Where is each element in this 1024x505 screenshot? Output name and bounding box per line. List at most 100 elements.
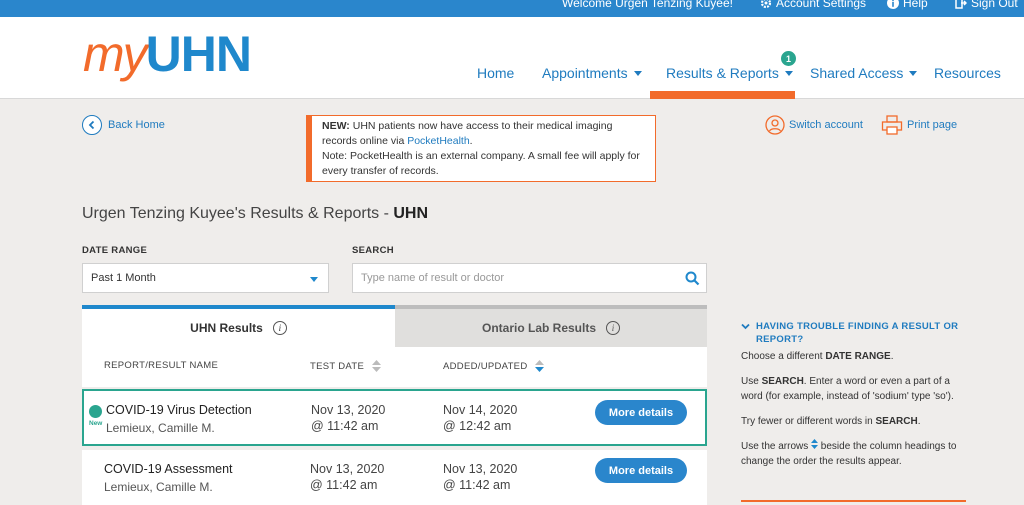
pockethealth-link[interactable]: PocketHealth — [407, 135, 469, 147]
column-header-test-date-label: TEST DATE — [310, 360, 365, 372]
info-icon[interactable]: i — [272, 321, 287, 335]
chevron-down-icon — [784, 70, 793, 76]
welcome-text: Welcome Urgen Tenzing Kuyee! — [562, 0, 733, 10]
notice-new-label: NEW: — [322, 120, 350, 132]
nav-resources[interactable]: Resources — [934, 65, 1001, 81]
myuhn-logo[interactable]: myUHN — [83, 26, 252, 82]
help-label: Help — [903, 0, 928, 10]
results-table-header: REPORT/RESULT NAME TEST DATE ADDED/UPDAT… — [82, 347, 707, 387]
column-header-name: REPORT/RESULT NAME — [104, 360, 218, 371]
result-name: COVID-19 Assessment — [104, 462, 233, 476]
notice-period: . — [469, 135, 473, 147]
print-page-link[interactable]: Print page — [881, 115, 957, 135]
help-toggle[interactable]: HAVING TROUBLE FINDING A RESULT OR REPOR… — [741, 320, 961, 346]
help-divider — [741, 500, 966, 505]
table-row[interactable]: New COVID-19 Virus Detection Lemieux, Ca… — [82, 389, 707, 446]
more-details-button[interactable]: More details — [595, 458, 687, 483]
added-date-cell: Nov 13, 2020 @ 11:42 am — [443, 461, 517, 493]
more-details-button[interactable]: More details — [595, 400, 687, 425]
nav-results-reports-label: Results & Reports — [666, 65, 779, 81]
account-settings-label: Account Settings — [776, 0, 867, 10]
result-name: COVID-19 Virus Detection — [106, 403, 252, 417]
sign-out-link[interactable]: Sign Out — [955, 0, 1018, 10]
nav-appointments[interactable]: Appointments — [542, 65, 642, 81]
sort-desc-icon — [535, 360, 545, 372]
help-text: Use — [741, 376, 762, 387]
back-home-link[interactable]: Back Home — [82, 115, 165, 135]
top-bar: Welcome Urgen Tenzing Kuyee! Account Set… — [0, 0, 1024, 17]
help-tip-search: Use SEARCH. Enter a word or even a part … — [741, 374, 961, 404]
search-box — [352, 263, 707, 293]
column-header-name-label: REPORT/RESULT NAME — [104, 360, 219, 371]
sort-icon — [372, 360, 382, 372]
nav-resources-label: Resources — [934, 65, 1001, 81]
help-text: . — [890, 351, 894, 362]
help-text: Try fewer or different words in — [741, 416, 876, 427]
account-settings-link[interactable]: Account Settings — [760, 0, 866, 10]
pockethealth-notice: NEW: UHN patients now have access to the… — [306, 115, 656, 182]
tab-ontario-lab-results[interactable]: Ontario Lab Results i — [395, 305, 707, 347]
search-input[interactable] — [353, 264, 663, 292]
help-tip-sorting: Use the arrows beside the column heading… — [741, 439, 961, 469]
tab-ontario-label: Ontario Lab Results — [481, 321, 597, 335]
test-date-cell: Nov 13, 2020 @ 11:42 am — [310, 461, 384, 493]
page-title: Urgen Tenzing Kuyee's Results & Reports … — [82, 205, 428, 223]
help-tip-date-range: Choose a different DATE RANGE. — [741, 349, 961, 364]
chevron-down-icon — [633, 70, 642, 76]
printer-icon — [881, 115, 903, 135]
help-keyword: SEARCH — [761, 376, 804, 387]
nav-active-indicator — [650, 91, 795, 99]
test-time: @ 11:42 am — [311, 419, 379, 433]
nav-shared-access[interactable]: Shared Access — [810, 65, 918, 81]
new-indicator-dot — [89, 405, 102, 418]
nav-home[interactable]: Home — [477, 65, 514, 81]
switch-account-label: Switch account — [789, 119, 863, 131]
logo-my: my — [83, 26, 148, 82]
results-count-badge: 1 — [781, 51, 796, 66]
tab-uhn-results-label: UHN Results — [190, 321, 263, 335]
nav-home-label: Home — [477, 65, 515, 81]
test-date-cell: Nov 13, 2020 @ 11:42 am — [311, 402, 385, 434]
chevron-down-icon — [909, 70, 918, 76]
date-range-value: Past 1 Month — [91, 272, 156, 284]
test-time: @ 11:42 am — [310, 478, 378, 492]
help-text: Use the arrows — [741, 441, 812, 452]
help-tip-fewer-words: Try fewer or different words in SEARCH. — [741, 414, 961, 429]
search-label: SEARCH — [352, 245, 394, 256]
result-doctor: Lemieux, Camille M. — [106, 421, 215, 435]
added-date: Nov 14, 2020 — [443, 403, 518, 417]
print-page-label: Print page — [907, 119, 958, 131]
back-home-label: Back Home — [108, 119, 165, 131]
logo-uhn: UHN — [145, 26, 252, 82]
tab-uhn-results[interactable]: UHN Results i — [82, 305, 395, 347]
added-time: @ 11:42 am — [443, 478, 511, 492]
page-title-org: UHN — [393, 205, 429, 222]
help-text: . — [917, 416, 921, 427]
chevron-left-icon — [82, 115, 102, 135]
test-date: Nov 13, 2020 — [311, 403, 386, 417]
result-doctor: Lemieux, Camille M. — [104, 480, 213, 494]
gear-icon — [760, 0, 772, 9]
help-keyword: DATE RANGE — [825, 351, 891, 362]
nav-shared-access-label: Shared Access — [810, 65, 904, 81]
column-header-added-updated[interactable]: ADDED/UPDATED — [443, 360, 545, 372]
info-icon[interactable]: i — [606, 321, 621, 335]
nav-results-reports[interactable]: Results & Reports — [666, 65, 793, 81]
added-date: Nov 13, 2020 — [443, 462, 518, 476]
column-header-test-date[interactable]: TEST DATE — [310, 360, 382, 372]
help-text: Choose a different — [741, 351, 826, 362]
chevron-down-icon — [310, 277, 318, 282]
sort-icon — [811, 439, 819, 449]
search-icon[interactable] — [685, 271, 700, 286]
chevron-down-icon — [741, 323, 750, 330]
help-link[interactable]: Help — [887, 0, 928, 10]
date-range-select[interactable]: Past 1 Month — [82, 263, 329, 293]
new-label: New — [89, 420, 103, 427]
sign-out-icon — [955, 0, 967, 9]
column-header-added-label: ADDED/UPDATED — [443, 360, 528, 372]
switch-account-link[interactable]: Switch account — [765, 115, 863, 135]
added-time: @ 12:42 am — [443, 419, 512, 433]
added-date-cell: Nov 14, 2020 @ 12:42 am — [443, 402, 517, 434]
table-row[interactable]: COVID-19 Assessment Lemieux, Camille M. … — [82, 450, 707, 505]
help-title: HAVING TROUBLE FINDING A RESULT OR REPOR… — [756, 321, 959, 345]
